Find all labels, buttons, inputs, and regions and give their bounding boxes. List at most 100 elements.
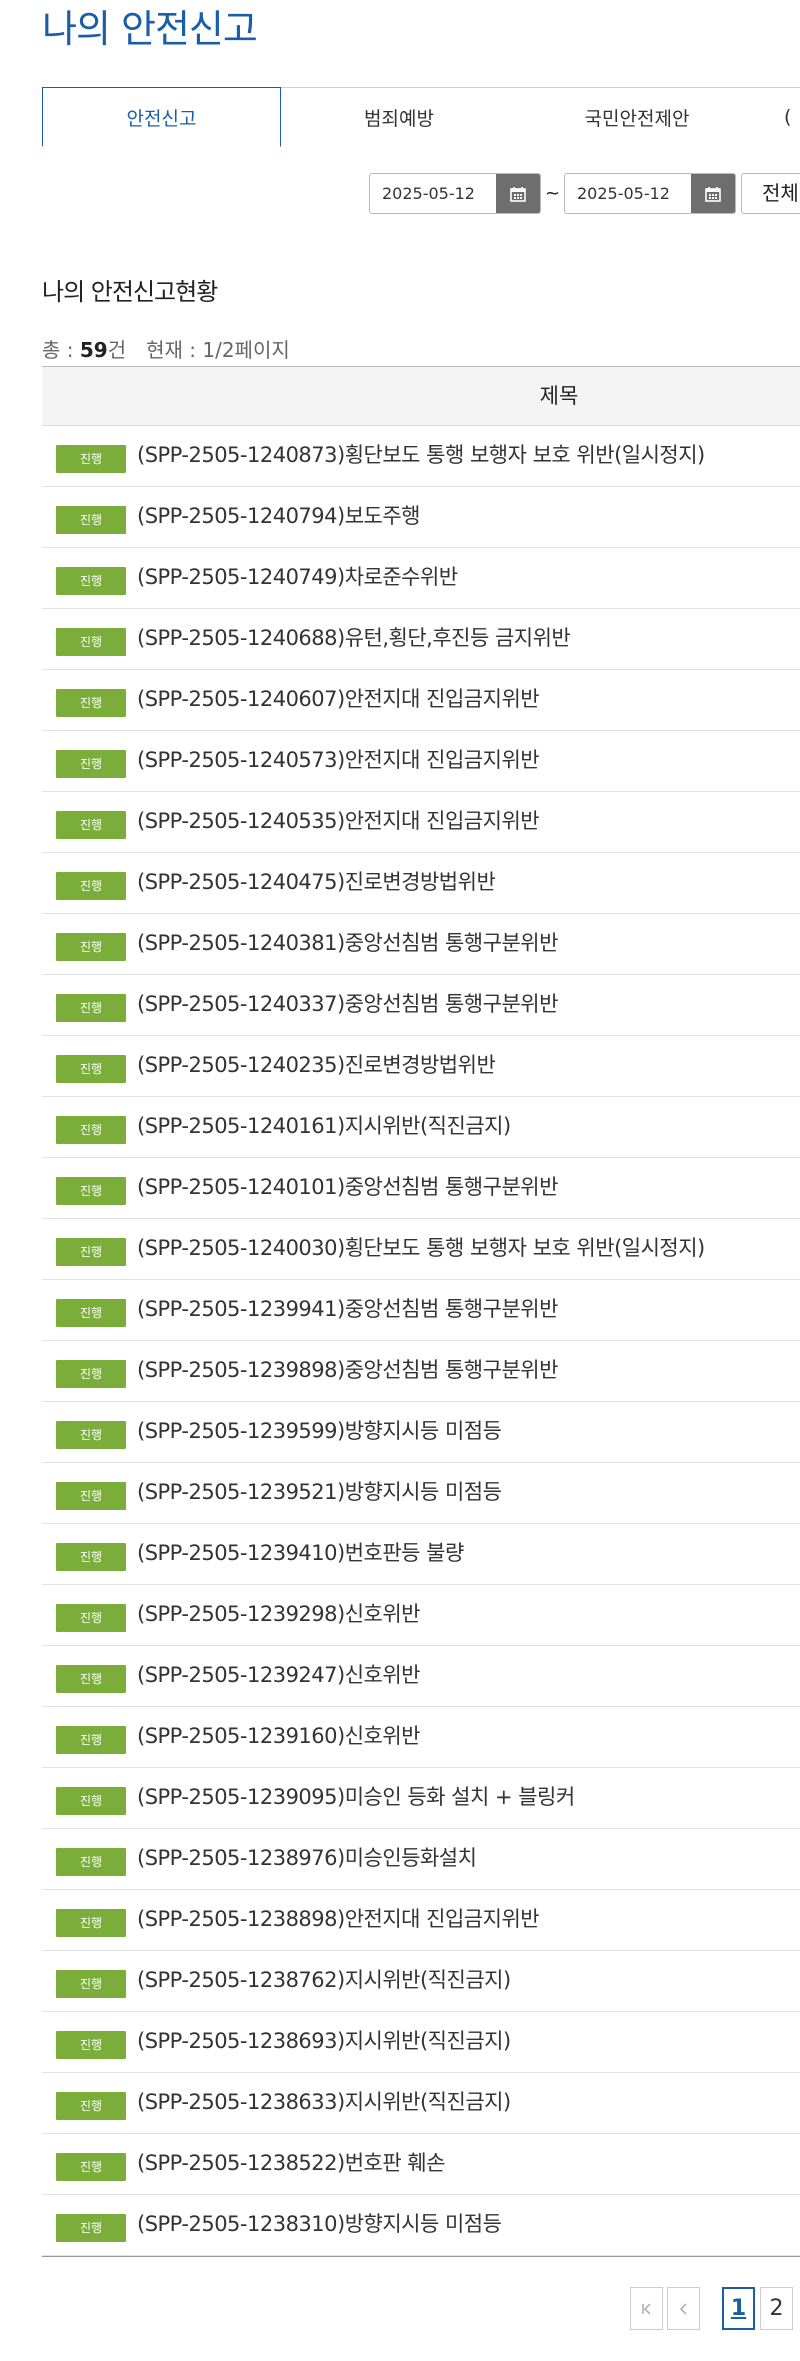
report-title-link[interactable]: (SPP-2505-1240749)차로준수위반 (137, 548, 458, 607)
status-badge: 진행 (56, 1970, 126, 1998)
table-row[interactable]: 진행 (SPP-2505-1238762)지시위반(직진금지) (42, 1951, 800, 2012)
status-badge: 진행 (56, 1726, 126, 1754)
tab-safety-proposal[interactable]: 국민안전제안 (518, 87, 757, 146)
report-title-link[interactable]: (SPP-2505-1240337)중앙선침범 통행구분위반 (137, 975, 558, 1034)
prev-page-icon[interactable] (667, 2287, 700, 2330)
table-row[interactable]: 진행 (SPP-2505-1239095)미승인 등화 설치 + 블링커 (42, 1768, 800, 1829)
status-badge: 진행 (56, 1299, 126, 1327)
table-row[interactable]: 진행 (SPP-2505-1239247)신호위반 (42, 1646, 800, 1707)
report-title-link[interactable]: (SPP-2505-1240794)보도주행 (137, 487, 421, 546)
status-badge: 진행 (56, 628, 126, 656)
table-row[interactable]: 진행 (SPP-2505-1240235)진로변경방법위반 (42, 1036, 800, 1097)
table-row[interactable]: 진행 (SPP-2505-1240573)안전지대 진입금지위반 (42, 731, 800, 792)
table-row[interactable]: 진행 (SPP-2505-1240535)안전지대 진입금지위반 (42, 792, 800, 853)
table-row[interactable]: 진행 (SPP-2505-1238310)방향지시등 미점등 (42, 2195, 800, 2256)
status-badge: 진행 (56, 1116, 126, 1144)
report-title-link[interactable]: (SPP-2505-1240873)횡단보도 통행 보행자 보호 위반(일시정지… (137, 426, 705, 485)
status-badge: 진행 (56, 2031, 126, 2059)
status-badge: 진행 (56, 1909, 126, 1937)
table-row[interactable]: 진행 (SPP-2505-1240475)진로변경방법위반 (42, 853, 800, 914)
status-badge: 진행 (56, 2214, 126, 2242)
table-row[interactable]: 진행 (SPP-2505-1239298)신호위반 (42, 1585, 800, 1646)
page-title: 나의 안전신고 (42, 7, 258, 51)
table-row[interactable]: 진행 (SPP-2505-1239410)번호판등 불량 (42, 1524, 800, 1585)
table-row[interactable]: 진행 (SPP-2505-1239941)중앙선침범 통행구분위반 (42, 1280, 800, 1341)
report-title-link[interactable]: (SPP-2505-1238633)지시위반(직진금지) (137, 2073, 511, 2132)
table-row[interactable]: 진행 (SPP-2505-1239599)방향지시등 미점등 (42, 1402, 800, 1463)
table-row[interactable]: 진행 (SPP-2505-1239160)신호위반 (42, 1707, 800, 1768)
end-date-field[interactable]: 2025-05-12 (564, 173, 736, 214)
status-badge: 진행 (56, 1360, 126, 1388)
report-title-link[interactable]: (SPP-2505-1239898)중앙선침범 통행구분위반 (137, 1341, 558, 1400)
report-title-link[interactable]: (SPP-2505-1240607)안전지대 진입금지위반 (137, 670, 540, 729)
table-row[interactable]: 진행 (SPP-2505-1238633)지시위반(직진금지) (42, 2073, 800, 2134)
table-row[interactable]: 진행 (SPP-2505-1238898)안전지대 진입금지위반 (42, 1890, 800, 1951)
report-title-link[interactable]: (SPP-2505-1239160)신호위반 (137, 1707, 421, 1766)
table-row[interactable]: 진행 (SPP-2505-1240607)안전지대 진입금지위반 (42, 670, 800, 731)
report-title-link[interactable]: (SPP-2505-1240161)지시위반(직진금지) (137, 1097, 511, 1156)
tab-safety-report[interactable]: 안전신고 (42, 87, 281, 147)
status-badge: 진행 (56, 1055, 126, 1083)
report-title-link[interactable]: (SPP-2505-1240475)진로변경방법위반 (137, 853, 496, 912)
report-title-link[interactable]: (SPP-2505-1240688)유턴,횡단,후진등 금지위반 (137, 609, 571, 668)
table-row[interactable]: 진행 (SPP-2505-1240688)유턴,횡단,후진등 금지위반 (42, 609, 800, 670)
table-row[interactable]: 진행 (SPP-2505-1238976)미승인등화설치 (42, 1829, 800, 1890)
table-row[interactable]: 진행 (SPP-2505-1240030)횡단보도 통행 보행자 보호 위반(일시… (42, 1219, 800, 1280)
status-badge: 진행 (56, 1482, 126, 1510)
report-title-link[interactable]: (SPP-2505-1238976)미승인등화설치 (137, 1829, 477, 1888)
calendar-icon[interactable] (496, 174, 540, 213)
calendar-icon[interactable] (691, 174, 735, 213)
table-row[interactable]: 진행 (SPP-2505-1240161)지시위반(직진금지) (42, 1097, 800, 1158)
table-row[interactable]: 진행 (SPP-2505-1240101)중앙선침범 통행구분위반 (42, 1158, 800, 1219)
report-title-link[interactable]: (SPP-2505-1239941)중앙선침범 통행구분위반 (137, 1280, 558, 1339)
report-title-link[interactable]: (SPP-2505-1239410)번호판등 불량 (137, 1524, 464, 1583)
table-row[interactable]: 진행 (SPP-2505-1240749)차로준수위반 (42, 548, 800, 609)
report-title-link[interactable]: (SPP-2505-1239298)신호위반 (137, 1585, 421, 1644)
start-date-value: 2025-05-12 (382, 184, 475, 203)
report-title-link[interactable]: (SPP-2505-1240101)중앙선침범 통행구분위반 (137, 1158, 558, 1217)
table-row[interactable]: 진행 (SPP-2505-1239898)중앙선침범 통행구분위반 (42, 1341, 800, 1402)
current-page-info: 현재 : 1/2페이지 (146, 338, 290, 362)
report-title-link[interactable]: (SPP-2505-1239095)미승인 등화 설치 + 블링커 (137, 1768, 575, 1827)
report-title-link[interactable]: (SPP-2505-1240030)횡단보도 통행 보행자 보호 위반(일시정지… (137, 1219, 705, 1278)
report-title-link[interactable]: (SPP-2505-1238693)지시위반(직진금지) (137, 2012, 511, 2071)
report-title-link[interactable]: (SPP-2505-1239521)방향지시등 미점등 (137, 1463, 502, 1522)
report-title-link[interactable]: (SPP-2505-1239247)신호위반 (137, 1646, 421, 1705)
date-range-separator: ~ (545, 183, 561, 204)
status-badge: 진행 (56, 506, 126, 534)
start-date-field[interactable]: 2025-05-12 (369, 173, 541, 214)
tab-crime-prevention[interactable]: 범죄예방 (280, 87, 519, 146)
page-1-button[interactable]: 1 (722, 2287, 755, 2330)
table-row[interactable]: 진행 (SPP-2505-1238693)지시위반(직진금지) (42, 2012, 800, 2073)
report-title-link[interactable]: (SPP-2505-1238310)방향지시등 미점등 (137, 2195, 502, 2254)
report-title-link[interactable]: (SPP-2505-1240235)진로변경방법위반 (137, 1036, 496, 1095)
report-title-link[interactable]: (SPP-2505-1238522)번호판 훼손 (137, 2134, 445, 2193)
end-date-value: 2025-05-12 (577, 184, 670, 203)
table-row[interactable]: 진행 (SPP-2505-1240873)횡단보도 통행 보행자 보호 위반(일시… (42, 426, 800, 487)
table-bottom-border (42, 2256, 800, 2257)
status-badge: 진행 (56, 567, 126, 595)
status-badge: 진행 (56, 1238, 126, 1266)
status-badge: 진행 (56, 2092, 126, 2120)
report-title-link[interactable]: (SPP-2505-1238762)지시위반(직진금지) (137, 1951, 511, 2010)
result-summary: 총 : 59건 현재 : 1/2페이지 (42, 334, 290, 363)
report-title-link[interactable]: (SPP-2505-1240381)중앙선침범 통행구분위반 (137, 914, 558, 973)
status-badge: 진행 (56, 994, 126, 1022)
table-row[interactable]: 진행 (SPP-2505-1240337)중앙선침범 통행구분위반 (42, 975, 800, 1036)
report-title-link[interactable]: (SPP-2505-1238898)안전지대 진입금지위반 (137, 1890, 540, 1949)
tab-more[interactable]: ( (756, 87, 800, 146)
report-title-link[interactable]: (SPP-2505-1240535)안전지대 진입금지위반 (137, 792, 540, 851)
total-count: 59 (79, 338, 108, 362)
total-suffix: 건 (107, 338, 127, 362)
status-badge: 진행 (56, 1665, 126, 1693)
range-select[interactable]: 전체 (741, 173, 800, 214)
report-table: 제목 진행 (SPP-2505-1240873)횡단보도 통행 보행자 보호 위반… (42, 366, 800, 2257)
table-row[interactable]: 진행 (SPP-2505-1240794)보도주행 (42, 487, 800, 548)
table-row[interactable]: 진행 (SPP-2505-1240381)중앙선침범 통행구분위반 (42, 914, 800, 975)
table-row[interactable]: 진행 (SPP-2505-1239521)방향지시등 미점등 (42, 1463, 800, 1524)
page-2-button[interactable]: 2 (760, 2287, 793, 2330)
table-row[interactable]: 진행 (SPP-2505-1238522)번호판 훼손 (42, 2134, 800, 2195)
first-page-icon[interactable] (630, 2287, 663, 2330)
report-title-link[interactable]: (SPP-2505-1239599)방향지시등 미점등 (137, 1402, 502, 1461)
report-title-link[interactable]: (SPP-2505-1240573)안전지대 진입금지위반 (137, 731, 540, 790)
